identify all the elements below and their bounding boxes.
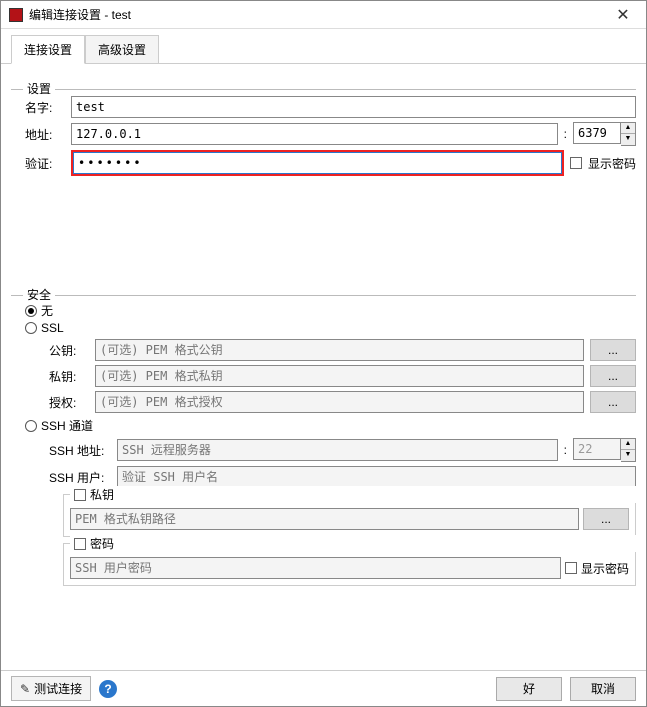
tabs-bar: 连接设置 高级设置	[1, 29, 646, 64]
ssh-addr-input	[117, 439, 558, 461]
name-input[interactable]	[71, 96, 636, 118]
grant-input	[95, 391, 584, 413]
radio-ssl-label: SSL	[41, 321, 64, 335]
public-key-input	[95, 339, 584, 361]
test-connection-label: 测试连接	[34, 680, 82, 697]
ssh-password-checkbox[interactable]	[74, 538, 86, 550]
cancel-button[interactable]: 取消	[570, 677, 636, 701]
window-title: 编辑连接设置 - test	[29, 6, 602, 23]
auth-input[interactable]	[73, 152, 562, 174]
test-connection-button[interactable]: ✎ 测试连接	[11, 676, 91, 701]
ssh-private-key-checkbox[interactable]	[74, 489, 86, 501]
radio-ssh-tunnel[interactable]	[25, 420, 37, 432]
tab-connection-settings[interactable]: 连接设置	[11, 35, 85, 64]
ssh-port-input	[573, 438, 621, 460]
address-label: 地址:	[25, 126, 65, 143]
radio-ssl[interactable]	[25, 322, 37, 334]
plug-icon: ✎	[20, 682, 30, 696]
address-input[interactable]	[71, 123, 558, 145]
radio-none[interactable]	[25, 305, 37, 317]
ssh-password-title: 密码	[90, 535, 114, 552]
security-group-label: 安全	[23, 286, 55, 303]
port-down-icon[interactable]: ▼	[621, 134, 635, 145]
ssh-private-key-input	[70, 508, 579, 530]
private-key-browse-button[interactable]: ...	[590, 365, 636, 387]
private-key-label: 私钥:	[49, 368, 89, 385]
ssh-private-key-title: 私钥	[90, 486, 114, 503]
app-icon	[9, 8, 23, 22]
public-key-browse-button[interactable]: ...	[590, 339, 636, 361]
private-key-input	[95, 365, 584, 387]
ssh-addr-label: SSH 地址:	[49, 442, 111, 459]
radio-ssh-tunnel-label: SSH 通道	[41, 417, 93, 434]
ok-button[interactable]: 好	[496, 677, 562, 701]
show-password-checkbox[interactable]	[570, 157, 582, 169]
port-up-icon[interactable]: ▲	[621, 123, 635, 134]
close-icon[interactable]: ✕	[608, 1, 638, 29]
ssh-show-password-label: 显示密码	[581, 560, 629, 577]
ssh-port-down-icon: ▼	[621, 450, 635, 461]
grant-browse-button[interactable]: ...	[590, 391, 636, 413]
auth-label: 验证:	[25, 155, 65, 172]
tab-advanced-settings[interactable]: 高级设置	[85, 35, 159, 63]
ssh-port-up-icon: ▲	[621, 439, 635, 450]
ssh-private-key-browse-button[interactable]: ...	[583, 508, 629, 530]
show-password-label: 显示密码	[588, 155, 636, 172]
radio-none-label: 无	[41, 302, 53, 319]
public-key-label: 公钥:	[49, 342, 89, 359]
ssh-user-input	[117, 466, 636, 488]
settings-group-label: 设置	[23, 80, 55, 97]
port-input[interactable]	[573, 122, 621, 144]
colon-separator: :	[564, 127, 567, 141]
ssh-show-password-checkbox[interactable]	[565, 562, 577, 574]
ssh-colon-separator: :	[564, 443, 567, 457]
ssh-user-label: SSH 用户:	[49, 469, 111, 486]
name-label: 名字:	[25, 99, 65, 116]
help-icon[interactable]: ?	[99, 680, 117, 698]
ssh-password-input	[70, 557, 561, 579]
grant-label: 授权:	[49, 394, 89, 411]
